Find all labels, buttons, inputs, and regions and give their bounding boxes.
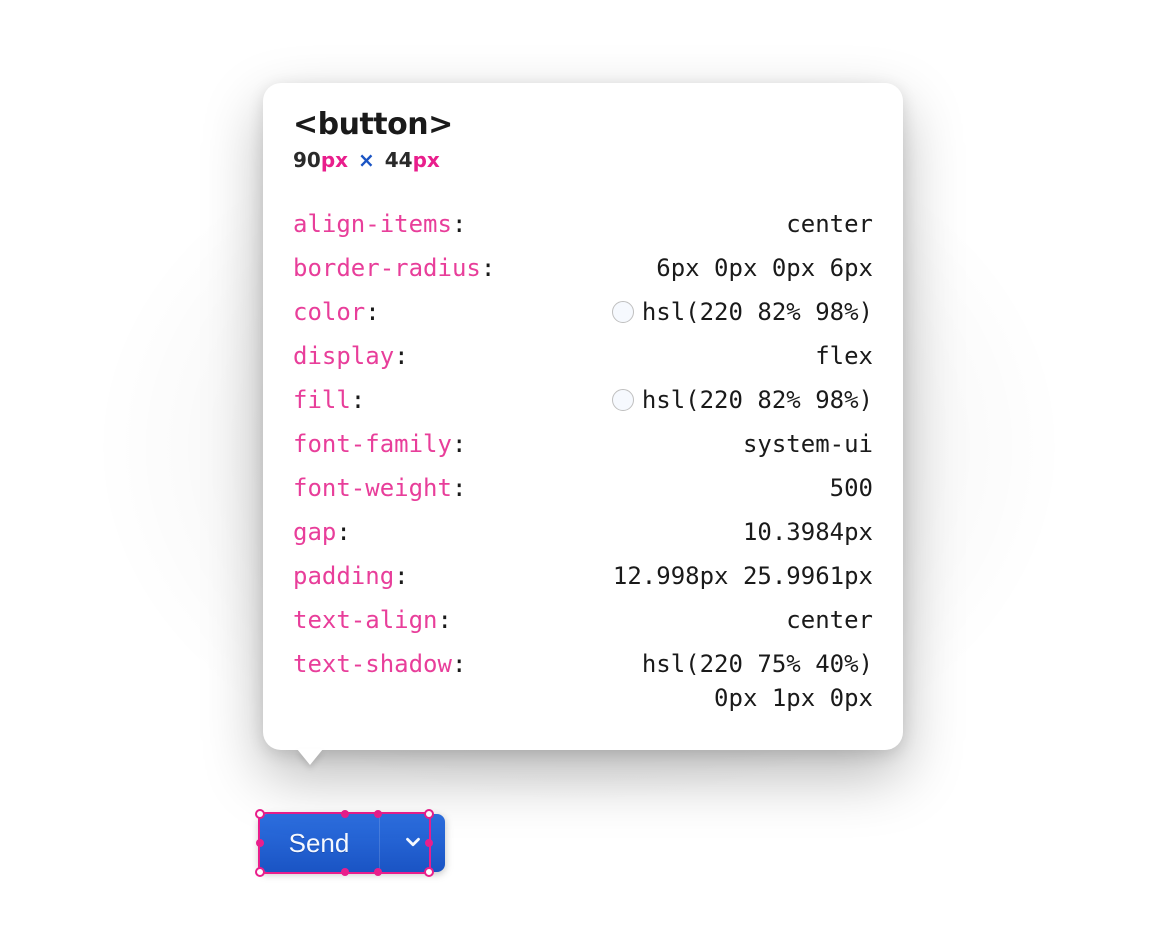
css-property-name: text-align: <box>293 608 452 632</box>
css-property-value: flex <box>815 344 873 368</box>
css-inspector-tooltip: <button> 90px × 44px align-items:centerb… <box>263 83 903 750</box>
css-property-row: padding: 12.998px 25.9961px <box>293 554 873 598</box>
inspected-element-dimensions: 90px × 44px <box>293 148 873 172</box>
dim-separator: × <box>355 148 378 172</box>
inspected-element-tag: <button> <box>293 107 873 142</box>
css-property-name: color: <box>293 300 380 324</box>
css-property-name: text-shadow: <box>293 652 466 676</box>
css-property-name: font-weight: <box>293 476 466 500</box>
css-property-name: gap: <box>293 520 351 544</box>
css-property-value: hsl(220 82% 98%) <box>612 388 873 412</box>
css-property-value: 500 <box>830 476 873 500</box>
css-property-row: text-shadow: hsl(220 75% 40%)0px 1px 0px <box>293 642 873 720</box>
css-property-row: font-weight: 500 <box>293 466 873 510</box>
css-property-row: display: flex <box>293 334 873 378</box>
send-split-button-group: Send <box>259 814 445 872</box>
css-property-name: align-items: <box>293 212 466 236</box>
css-property-value: 10.3984px <box>743 520 873 544</box>
send-dropdown-button[interactable] <box>379 814 445 872</box>
css-property-value: center <box>786 608 873 632</box>
css-property-row: text-align: center <box>293 598 873 642</box>
css-property-row: fill: hsl(220 82% 98%) <box>293 378 873 422</box>
css-property-name: font-family: <box>293 432 466 456</box>
css-property-value: hsl(220 75% 40%)0px 1px 0px <box>642 652 873 710</box>
dim-height-unit: px <box>413 148 440 172</box>
css-property-value: 6px 0px 0px 6px <box>656 256 873 280</box>
css-property-row: font-family: system-ui <box>293 422 873 466</box>
css-property-list: align-items: center border-radius: 6px 0px … <box>293 202 873 720</box>
css-property-name: padding: <box>293 564 409 588</box>
chevron-down-icon <box>402 831 424 856</box>
color-swatch-icon <box>612 389 634 411</box>
send-button[interactable]: Send <box>259 814 379 872</box>
css-property-name: display: <box>293 344 409 368</box>
css-property-row: gap: 10.3984px <box>293 510 873 554</box>
css-property-row: border-radius: 6px 0px 0px 6px <box>293 246 873 290</box>
css-property-value: hsl(220 82% 98%) <box>612 300 873 324</box>
dim-width-unit: px <box>321 148 348 172</box>
dim-height: 44 <box>385 148 413 172</box>
css-property-value: center <box>786 212 873 236</box>
css-property-name: fill: <box>293 388 365 412</box>
css-property-name: border-radius: <box>293 256 495 280</box>
color-swatch-icon <box>612 301 634 323</box>
css-property-row: color: hsl(220 82% 98%) <box>293 290 873 334</box>
send-button-label: Send <box>289 828 350 859</box>
css-property-value: 12.998px 25.9961px <box>613 564 873 588</box>
css-property-row: align-items: center <box>293 202 873 246</box>
dim-width: 90 <box>293 148 321 172</box>
css-property-value: system-ui <box>743 432 873 456</box>
